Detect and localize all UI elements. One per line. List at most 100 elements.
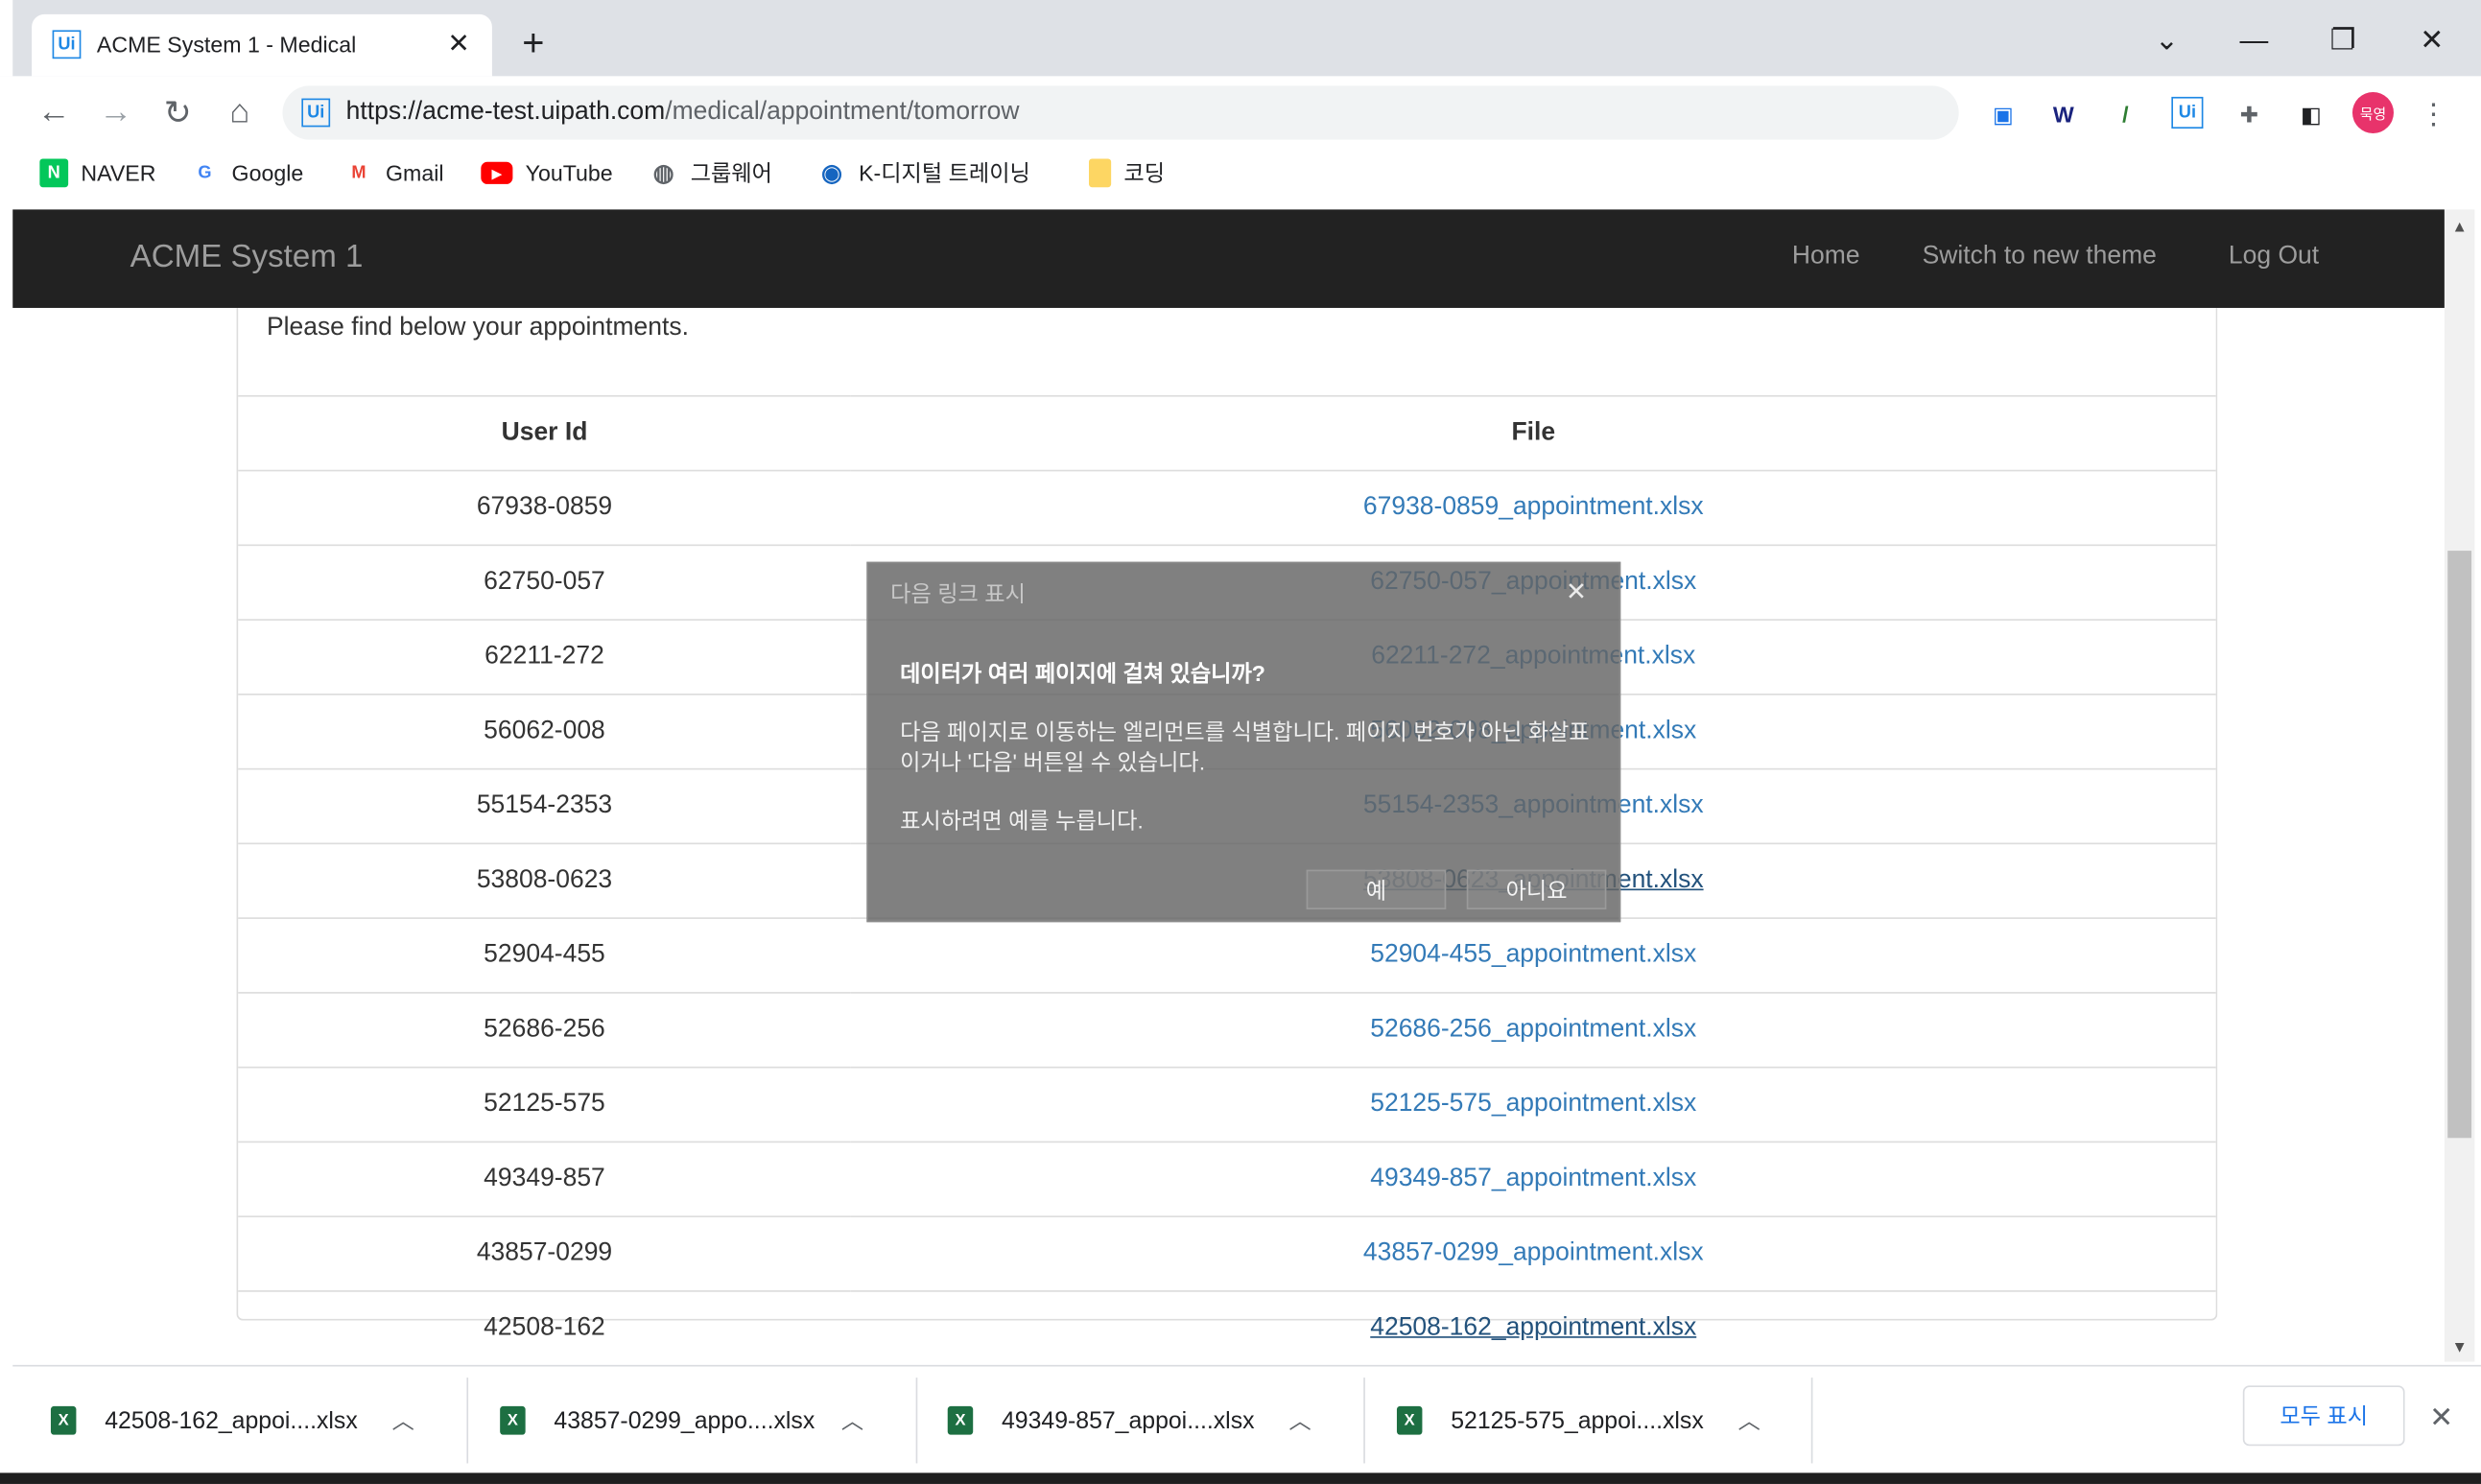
user-id-cell: 49349-857 — [238, 1141, 851, 1217]
extension-slash-icon[interactable]: / — [2108, 97, 2142, 131]
nav-logout-link[interactable]: Log Out — [2229, 243, 2319, 271]
bookmark-naver[interactable]: N NAVER — [39, 157, 155, 189]
download-item[interactable]: X 52125-575_appoi....xlsx ︿ — [1396, 1380, 1765, 1460]
home-icon[interactable]: ⌂ — [216, 89, 264, 137]
dialog-close-icon[interactable]: ✕ — [1562, 577, 1591, 606]
intro-text: Please find below your appointments. — [266, 314, 689, 342]
table-row: 67938-0859 67938-0859_appointment.xlsx — [238, 469, 2216, 546]
file-link[interactable]: 67938-0859_appointment.xlsx — [1363, 494, 1704, 521]
new-tab-button[interactable]: + — [512, 22, 554, 65]
window-edge — [0, 0, 13, 77]
globe-icon: ◍ — [652, 160, 674, 188]
bookmark-youtube[interactable]: ▶ YouTube — [481, 157, 613, 189]
side-panel-icon[interactable]: ◧ — [2294, 97, 2328, 131]
user-id-cell: 55154-2353 — [238, 767, 851, 844]
back-arrow-icon[interactable]: ← — [30, 89, 78, 137]
file-link[interactable]: 43857-0299_appointment.xlsx — [1363, 1239, 1704, 1266]
bookmark-label: 그룹웨어 — [690, 160, 772, 186]
scroll-up-arrow-icon[interactable]: ▲ — [2445, 213, 2474, 242]
close-window-button[interactable]: ✕ — [2396, 12, 2469, 66]
bookmark-groupware[interactable]: ◍ 그룹웨어 — [650, 157, 772, 189]
download-divider — [1810, 1378, 1813, 1464]
file-link[interactable]: 52125-575_appointment.xlsx — [1370, 1091, 1696, 1118]
download-divider — [915, 1378, 918, 1464]
nav-home-link[interactable]: Home — [1792, 243, 1860, 271]
dialog-description: 다음 페이지로 이동하는 엘리먼트를 식별합니다. 페이지 번호가 아닌 화살표… — [900, 718, 1590, 775]
extension-translate-icon[interactable]: ▣ — [1986, 97, 2020, 131]
reload-icon[interactable]: ↻ — [154, 89, 201, 137]
file-cell: 67938-0859_appointment.xlsx — [850, 469, 2216, 546]
bookmark-k-digital[interactable]: ◉ K-디지털 트레이닝 — [817, 157, 1030, 189]
dialog-question: 데이터가 여러 페이지에 걸쳐 있습니까? — [900, 660, 1265, 686]
extension-w-icon[interactable]: W — [2046, 97, 2081, 131]
url-host: https://acme-test.uipath.com — [345, 98, 666, 126]
url-text[interactable]: https://acme-test.uipath.com/medical/app… — [346, 99, 1020, 128]
table-row: 42508-162 42508-162_appointment.xlsx — [238, 1290, 2216, 1365]
show-all-downloads-button[interactable]: 모두 표시 — [2242, 1385, 2405, 1447]
minimize-button[interactable]: — — [2217, 12, 2290, 66]
naver-icon: N — [39, 158, 69, 188]
chevron-up-icon[interactable]: ︿ — [1284, 1404, 1315, 1436]
site-info-icon[interactable]: Ui — [301, 98, 331, 128]
bookmark-gmail[interactable]: M Gmail — [344, 157, 444, 189]
download-divider — [466, 1378, 469, 1464]
file-cell: 52125-575_appointment.xlsx — [850, 1066, 2216, 1142]
user-id-cell: 43857-0299 — [238, 1215, 851, 1291]
table-row: 43857-0299 43857-0299_appointment.xlsx — [238, 1215, 2216, 1291]
dialog-yes-button[interactable]: 예 — [1306, 869, 1447, 910]
tab-search-chevron-icon[interactable]: ⌄ — [2130, 12, 2203, 66]
bookmark-label: Google — [231, 160, 304, 186]
k-digital-icon: ◉ — [821, 160, 842, 188]
bookmark-label: K-디지털 트레이닝 — [859, 160, 1030, 186]
scrollbar-thumb[interactable] — [2447, 551, 2472, 1139]
file-cell: 52904-455_appointment.xlsx — [850, 917, 2216, 993]
table-row: 49349-857 49349-857_appointment.xlsx — [238, 1141, 2216, 1217]
youtube-icon: ▶ — [481, 161, 513, 184]
app-brand[interactable]: ACME System 1 — [130, 240, 364, 276]
download-divider — [1363, 1378, 1365, 1464]
file-link[interactable]: 42508-162_appointment.xlsx — [1370, 1314, 1696, 1341]
chevron-up-icon[interactable]: ︿ — [388, 1404, 419, 1436]
download-filename: 43857-0299_appo....xlsx — [554, 1406, 815, 1434]
chevron-up-icon[interactable]: ︿ — [1734, 1404, 1765, 1436]
bookmark-label: NAVER — [81, 160, 156, 186]
download-item[interactable]: X 43857-0299_appo....xlsx ︿ — [500, 1380, 868, 1460]
tab-close-icon[interactable]: ✕ — [441, 27, 476, 61]
download-item[interactable]: X 49349-857_appoi....xlsx ︿ — [947, 1380, 1316, 1460]
download-item[interactable]: X 42508-162_appoi....xlsx ︿ — [50, 1380, 419, 1460]
extensions-puzzle-icon[interactable]: ✚ — [2232, 97, 2266, 131]
folder-icon — [1088, 158, 1112, 188]
user-id-cell: 52125-575 — [238, 1066, 851, 1142]
file-cell: 49349-857_appointment.xlsx — [850, 1141, 2216, 1217]
restore-button[interactable]: ❐ — [2306, 12, 2379, 66]
user-id-cell: 52686-256 — [238, 992, 851, 1068]
scroll-down-arrow-icon[interactable]: ▼ — [2445, 1333, 2474, 1362]
gmail-icon: M — [351, 163, 366, 183]
bookmark-coding[interactable]: 코딩 — [1088, 157, 1165, 189]
excel-file-icon: X — [50, 1405, 77, 1435]
file-cell: 52686-256_appointment.xlsx — [850, 992, 2216, 1068]
forward-arrow-icon[interactable]: → — [92, 89, 140, 137]
profile-avatar[interactable]: 묵영 — [2351, 91, 2394, 133]
chevron-up-icon[interactable]: ︿ — [837, 1404, 868, 1436]
file-link[interactable]: 52686-256_appointment.xlsx — [1370, 1016, 1696, 1043]
file-link[interactable]: 49349-857_appointment.xlsx — [1370, 1165, 1696, 1191]
user-id-cell: 62750-057 — [238, 544, 851, 621]
download-filename: 52125-575_appoi....xlsx — [1451, 1406, 1704, 1434]
table-row: 52125-575 52125-575_appointment.xlsx — [238, 1066, 2216, 1142]
menu-kebab-icon[interactable]: ⋮ — [2416, 97, 2450, 131]
extension-uipath-icon[interactable]: Ui — [2171, 96, 2204, 130]
excel-file-icon: X — [947, 1405, 974, 1435]
file-cell: 43857-0299_appointment.xlsx — [850, 1215, 2216, 1291]
bookmark-label: Gmail — [386, 160, 444, 186]
excel-file-icon: X — [1396, 1405, 1423, 1435]
dialog-no-button[interactable]: 아니요 — [1466, 869, 1607, 910]
download-bar-close-icon[interactable]: ✕ — [2425, 1401, 2457, 1433]
dialog-title: 다음 링크 표시 — [890, 580, 1026, 607]
os-taskbar — [0, 1472, 2481, 1484]
bookmark-google[interactable]: G Google — [191, 157, 304, 189]
nav-switch-theme-link[interactable]: Switch to new theme — [1923, 243, 2157, 271]
download-filename: 49349-857_appoi....xlsx — [1001, 1406, 1255, 1434]
url-path: /medical/appointment/tomorrow — [665, 98, 1020, 126]
file-link[interactable]: 52904-455_appointment.xlsx — [1370, 941, 1696, 968]
